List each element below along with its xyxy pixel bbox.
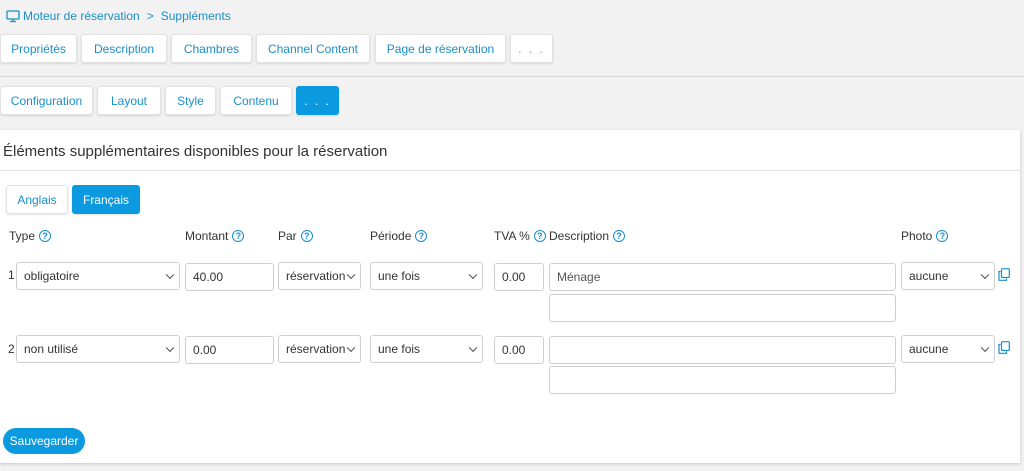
- panel-divider: [0, 170, 1020, 171]
- period-select-value: une fois: [378, 342, 421, 356]
- photo-select-value: aucune: [909, 269, 949, 283]
- chevron-down-icon: [980, 343, 990, 353]
- per-select[interactable]: réservation: [278, 335, 361, 363]
- tab-description[interactable]: Description: [81, 34, 167, 63]
- column-photo: Photo ?: [901, 229, 949, 243]
- tabs-divider: [0, 76, 1024, 77]
- period-select-value: une fois: [378, 269, 421, 283]
- chevron-down-icon: [346, 270, 356, 280]
- copy-icon[interactable]: [998, 268, 1010, 281]
- row-number: 2: [8, 342, 15, 356]
- tab-more[interactable]: . . .: [510, 34, 553, 63]
- chevron-down-icon: [165, 343, 175, 353]
- help-icon[interactable]: ?: [232, 230, 245, 242]
- per-select[interactable]: réservation: [278, 262, 361, 290]
- lang-tab-english[interactable]: Anglais: [6, 185, 68, 214]
- save-button[interactable]: Sauvegarder: [3, 428, 85, 454]
- amount-input[interactable]: 40.00: [185, 263, 274, 291]
- vat-input[interactable]: 0.00: [494, 263, 544, 291]
- breadcrumb-separator: >: [146, 9, 154, 23]
- subtab-configuration[interactable]: Configuration: [0, 86, 93, 115]
- photo-select-value: aucune: [909, 342, 949, 356]
- column-period-label: Période: [370, 229, 412, 243]
- chevron-down-icon: [980, 270, 990, 280]
- column-amount-label: Montant: [185, 229, 229, 243]
- chevron-down-icon: [346, 343, 356, 353]
- column-description-label: Description: [549, 229, 610, 243]
- description-input[interactable]: Ménage: [549, 263, 896, 291]
- type-select[interactable]: non utilisé: [16, 335, 180, 363]
- tab-properties[interactable]: Propriétés: [0, 34, 77, 63]
- tab-rooms[interactable]: Chambres: [171, 34, 252, 63]
- amount-input[interactable]: 0.00: [185, 336, 274, 364]
- row-number: 1: [8, 268, 15, 282]
- help-icon[interactable]: ?: [936, 230, 949, 242]
- monitor-icon: [6, 10, 20, 23]
- photo-select[interactable]: aucune: [901, 262, 995, 290]
- period-select[interactable]: une fois: [370, 335, 483, 363]
- breadcrumb-item-booking-engine[interactable]: Moteur de réservation: [23, 9, 140, 23]
- column-vat: TVA % ?: [494, 229, 546, 243]
- per-select-value: réservation: [286, 342, 346, 356]
- subtab-layout[interactable]: Layout: [97, 86, 161, 115]
- chevron-down-icon: [468, 343, 478, 353]
- help-icon[interactable]: ?: [415, 230, 428, 242]
- tab-booking-page[interactable]: Page de réservation: [375, 34, 506, 63]
- type-select[interactable]: obligatoire: [16, 262, 180, 290]
- chevron-down-icon: [165, 270, 175, 280]
- description-input[interactable]: [549, 336, 896, 364]
- help-icon[interactable]: ?: [533, 230, 546, 242]
- subtab-style[interactable]: Style: [165, 86, 216, 115]
- vat-input[interactable]: 0.00: [494, 336, 544, 364]
- panel-title: Éléments supplémentaires disponibles pou…: [3, 143, 388, 160]
- column-per: Par ?: [278, 229, 313, 243]
- type-select-value: non utilisé: [24, 342, 79, 356]
- help-icon[interactable]: ?: [300, 230, 313, 242]
- subtab-more[interactable]: . . .: [296, 86, 339, 115]
- subtab-content[interactable]: Contenu: [220, 86, 292, 115]
- chevron-down-icon: [468, 270, 478, 280]
- column-type-label: Type: [9, 229, 36, 243]
- lang-tab-french[interactable]: Français: [72, 185, 140, 214]
- description-input-secondary[interactable]: [549, 366, 896, 394]
- column-per-label: Par: [278, 229, 297, 243]
- help-icon[interactable]: ?: [39, 230, 52, 242]
- help-icon[interactable]: ?: [613, 230, 626, 242]
- copy-icon[interactable]: [998, 341, 1010, 354]
- description-input-secondary[interactable]: [549, 294, 896, 322]
- column-amount: Montant ?: [185, 229, 245, 243]
- per-select-value: réservation: [286, 269, 346, 283]
- column-vat-label: TVA %: [494, 229, 530, 243]
- column-period: Période ?: [370, 229, 428, 243]
- breadcrumb-item-supplements[interactable]: Suppléments: [161, 9, 231, 23]
- tab-channel-content[interactable]: Channel Content: [256, 34, 370, 63]
- breadcrumb: Moteur de réservation > Suppléments: [6, 8, 231, 24]
- column-photo-label: Photo: [901, 229, 933, 243]
- period-select[interactable]: une fois: [370, 262, 483, 290]
- type-select-value: obligatoire: [24, 269, 80, 283]
- column-description: Description ?: [549, 229, 626, 243]
- photo-select[interactable]: aucune: [901, 335, 995, 363]
- column-type: Type ?: [9, 229, 52, 243]
